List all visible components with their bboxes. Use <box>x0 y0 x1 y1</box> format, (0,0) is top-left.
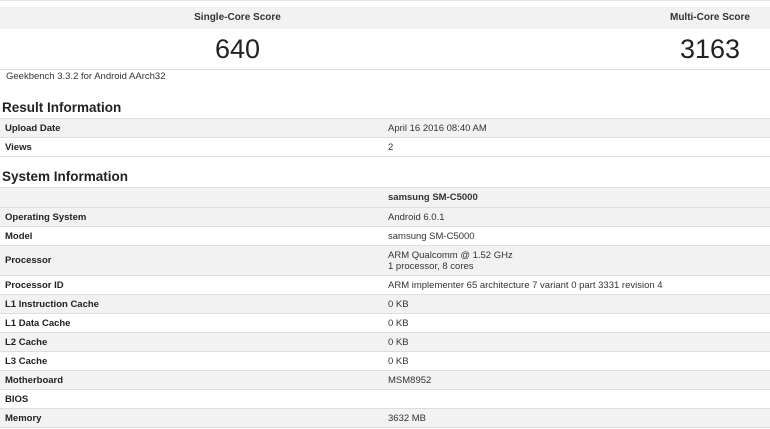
system-information-title: System Information <box>2 169 129 184</box>
row-value: Android 6.0.1 <box>378 207 770 227</box>
row-key: Views <box>0 137 378 157</box>
row-value: MSM8952 <box>378 370 770 390</box>
device-name: samsung SM-C5000 <box>378 187 770 208</box>
row-value: 3632 MB <box>378 408 770 428</box>
table-row: Processor ARM Qualcomm @ 1.52 GHz 1 proc… <box>0 245 770 276</box>
device-header-row: samsung SM-C5000 <box>0 187 770 208</box>
table-row: Upload Date April 16 2016 08:40 AM <box>0 118 770 138</box>
result-information-title: Result Information <box>2 100 122 115</box>
row-value: 0 KB <box>378 294 770 314</box>
single-core-label: Single-Core Score <box>194 12 281 23</box>
row-key: BIOS <box>0 389 378 409</box>
row-value: 0 KB <box>378 351 770 371</box>
multi-core-label: Multi-Core Score <box>669 12 750 23</box>
row-value: April 16 2016 08:40 AM <box>378 118 770 138</box>
row-key: L1 Data Cache <box>0 313 378 333</box>
table-row: L2 Cache 0 KB <box>0 332 770 352</box>
multi-core-value: 3163 <box>679 34 741 64</box>
row-key: Model <box>0 226 378 246</box>
row-value: samsung SM-C5000 <box>378 226 770 246</box>
table-row: Memory 3632 MB <box>0 408 770 428</box>
table-row: Views 2 <box>0 137 770 157</box>
row-value: ARM implementer 65 architecture 7 varian… <box>378 275 770 295</box>
benchmark-version: Geekbench 3.3.2 for Android AArch32 <box>6 71 166 82</box>
row-value: 2 <box>378 137 770 157</box>
table-row: L1 Data Cache 0 KB <box>0 313 770 333</box>
table-row: BIOS <box>0 389 770 409</box>
row-key: Memory <box>0 408 378 428</box>
processor-line: ARM Qualcomm @ 1.52 GHz <box>388 249 513 261</box>
table-row: Operating System Android 6.0.1 <box>0 207 770 227</box>
row-key: Motherboard <box>0 370 378 390</box>
score-header: Single-Core Score 640 Multi-Core Score 3… <box>0 0 770 70</box>
result-information-table: Upload Date April 16 2016 08:40 AM Views… <box>0 118 770 157</box>
system-information-table: samsung SM-C5000 Operating System Androi… <box>0 187 770 428</box>
row-key: Processor ID <box>0 275 378 295</box>
row-key: L1 Instruction Cache <box>0 294 378 314</box>
table-row: L3 Cache 0 KB <box>0 351 770 371</box>
row-value <box>378 389 770 409</box>
table-row: Processor ID ARM implementer 65 architec… <box>0 275 770 295</box>
processor-cores-line: 1 processor, 8 cores <box>388 260 474 272</box>
row-key: Operating System <box>0 207 378 227</box>
row-value: ARM Qualcomm @ 1.52 GHz 1 processor, 8 c… <box>378 245 770 276</box>
row-key <box>0 187 378 208</box>
row-key: Processor <box>0 245 378 276</box>
table-row: Model samsung SM-C5000 <box>0 226 770 246</box>
single-core-value: 640 <box>214 34 261 64</box>
row-key: L3 Cache <box>0 351 378 371</box>
table-row: L1 Instruction Cache 0 KB <box>0 294 770 314</box>
row-key: Upload Date <box>0 118 378 138</box>
row-value: 0 KB <box>378 313 770 333</box>
table-row: Motherboard MSM8952 <box>0 370 770 390</box>
row-value: 0 KB <box>378 332 770 352</box>
row-key: L2 Cache <box>0 332 378 352</box>
